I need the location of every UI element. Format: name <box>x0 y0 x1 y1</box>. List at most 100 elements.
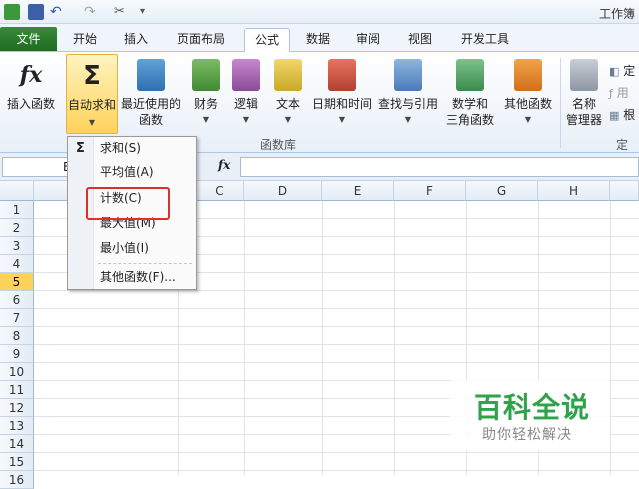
more-functions-label: 其他函数 <box>503 97 552 111</box>
row-header[interactable]: 1 <box>0 201 34 219</box>
gridline <box>34 290 639 291</box>
row-header[interactable]: 11 <box>0 381 34 399</box>
text-book-icon <box>274 59 302 91</box>
text-label: 文本 <box>275 97 300 111</box>
tag-icon: ◧ <box>609 65 620 78</box>
recent-label-2: 函数 <box>138 113 163 127</box>
lookup-label: 查找与引用 <box>377 97 438 111</box>
gridline <box>34 362 639 363</box>
watermark: 百科全说 助你轻松解决 <box>450 380 610 450</box>
recently-used-button[interactable]: 最近使用的 函数 <box>120 54 182 132</box>
row-header[interactable]: 7 <box>0 309 34 327</box>
menu-item-sum[interactable]: 求和(S) <box>100 139 141 157</box>
tools-icon[interactable]: ✂ <box>114 4 130 20</box>
row-header[interactable]: 14 <box>0 435 34 453</box>
formula-input[interactable] <box>240 157 639 177</box>
datetime-label: 日期和时间 <box>311 97 372 111</box>
tab-data[interactable]: 数据 <box>296 28 340 52</box>
math-label-1: 数学和 <box>451 97 488 111</box>
math-trig-button[interactable]: 数学和 三角函数 <box>442 54 498 132</box>
row-header[interactable]: 15 <box>0 453 34 471</box>
autosum-button[interactable]: Σ 自动求和 ▼ <box>66 54 118 134</box>
more-functions-button[interactable]: 其他函数 ▼ <box>500 54 556 132</box>
insert-function-button[interactable]: fx 插入函数 <box>2 54 60 132</box>
financial-button[interactable]: 财务 ▼ <box>186 54 226 132</box>
use-in-formula-label: 用 <box>616 86 629 100</box>
undo-icon[interactable]: ↶ <box>50 4 66 20</box>
watermark-title: 百科全说 <box>474 391 591 424</box>
save-icon[interactable] <box>28 4 44 20</box>
row-header[interactable]: 16 <box>0 471 34 489</box>
financial-label: 财务 <box>193 97 218 111</box>
tab-developer[interactable]: 开发工具 <box>452 28 518 52</box>
lookup-button[interactable]: 查找与引用 ▼ <box>376 54 440 132</box>
menu-item-average[interactable]: 平均值(A) <box>100 163 154 181</box>
select-all-corner[interactable] <box>0 181 34 201</box>
row-header[interactable]: 13 <box>0 417 34 435</box>
gridline <box>34 344 639 345</box>
row-header[interactable]: 2 <box>0 219 34 237</box>
excel-logo-icon <box>4 4 20 20</box>
count-highlight-box <box>86 187 170 220</box>
logical-book-icon <box>232 59 260 91</box>
gridline <box>34 470 639 471</box>
define-name-label: 定 <box>623 64 636 78</box>
autosum-label: 自动求和 <box>67 98 116 112</box>
function-small-icon: ƒ <box>609 87 613 100</box>
row-header[interactable]: 4 <box>0 255 34 273</box>
chevron-down-icon: ▼ <box>524 115 532 124</box>
column-header-c[interactable]: C <box>196 181 244 201</box>
tab-formulas[interactable]: 公式 <box>244 28 290 52</box>
column-header-e[interactable]: E <box>322 181 394 201</box>
tab-view[interactable]: 视图 <box>398 28 442 52</box>
column-header-next <box>610 181 639 201</box>
column-header-f[interactable]: F <box>394 181 466 201</box>
function-library-group-label: 函数库 <box>260 138 297 152</box>
row-header[interactable]: 12 <box>0 399 34 417</box>
row-header[interactable]: 9 <box>0 345 34 363</box>
ribbon-tabs: 文件 开始 插入 页面布局 公式 数据 审阅 视图 开发工具 <box>0 24 639 52</box>
sigma-icon: Σ <box>83 61 101 91</box>
row-header-selected[interactable]: 5 <box>0 273 34 291</box>
financial-book-icon <box>192 59 220 91</box>
chevron-down-icon: ▼ <box>202 115 210 124</box>
tab-file[interactable]: 文件 <box>0 27 57 51</box>
row-header[interactable]: 8 <box>0 327 34 345</box>
customize-qat-icon[interactable]: ▾ <box>140 4 156 20</box>
menu-item-more-functions[interactable]: 其他函数(F)... <box>100 268 176 286</box>
create-from-selection-item[interactable]: ▦ 根 <box>609 106 635 123</box>
row-header[interactable]: 6 <box>0 291 34 309</box>
use-in-formula-item[interactable]: ƒ 用 <box>609 84 629 101</box>
chevron-down-icon: ▼ <box>284 115 292 124</box>
name-manager-icon <box>570 59 598 91</box>
datetime-button[interactable]: 日期和时间 ▼ <box>310 54 374 132</box>
tab-insert[interactable]: 插入 <box>114 28 158 52</box>
group-separator <box>560 58 561 148</box>
text-button[interactable]: 文本 ▼ <box>268 54 308 132</box>
grid-icon: ▦ <box>609 109 620 122</box>
redo-icon[interactable]: ↷ <box>84 4 100 20</box>
gridline <box>34 308 639 309</box>
name-manager-button[interactable]: 名称 管理器 <box>562 54 606 132</box>
row-header[interactable]: 10 <box>0 363 34 381</box>
chevron-down-icon: ▼ <box>338 115 346 124</box>
tab-page-layout[interactable]: 页面布局 <box>164 28 238 52</box>
row-header[interactable]: 3 <box>0 237 34 255</box>
title-bar: ↶ ↷ ✂ ▾ 工作簿 <box>0 0 639 24</box>
window-title: 工作簿 <box>598 7 635 21</box>
lookup-book-icon <box>394 59 422 91</box>
gridline <box>34 452 639 453</box>
column-header-d[interactable]: D <box>244 181 322 201</box>
chevron-down-icon: ▼ <box>88 118 96 127</box>
logical-button[interactable]: 逻辑 ▼ <box>228 54 264 132</box>
menu-item-min[interactable]: 最小值(I) <box>100 239 149 257</box>
tab-review[interactable]: 审阅 <box>346 28 390 52</box>
define-name-item[interactable]: ◧ 定 <box>609 62 635 79</box>
math-book-icon <box>456 59 484 91</box>
name-manager-label-2: 管理器 <box>565 113 602 127</box>
tab-home[interactable]: 开始 <box>62 28 108 52</box>
insert-function-icon[interactable]: fx <box>218 158 230 172</box>
math-label-2: 三角函数 <box>445 113 494 127</box>
column-header-g[interactable]: G <box>466 181 538 201</box>
column-header-h[interactable]: H <box>538 181 610 201</box>
